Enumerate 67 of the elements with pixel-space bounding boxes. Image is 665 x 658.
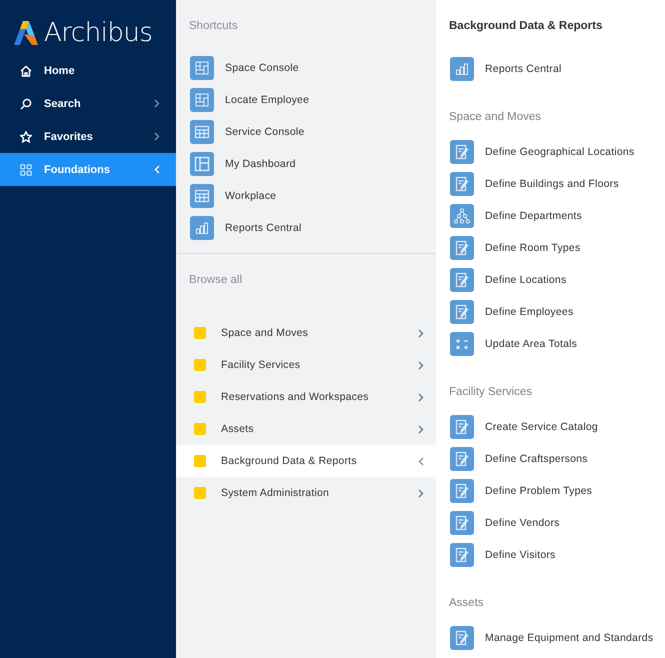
- brand-name: Archibus: [44, 18, 152, 48]
- star-icon: [20, 130, 32, 142]
- chevron-left-icon: [418, 456, 424, 466]
- task-item[interactable]: Define Visitors: [436, 539, 665, 571]
- panel-title: Background Data & Reports: [448, 19, 604, 34]
- nav-item[interactable]: Home: [0, 54, 176, 87]
- category-item[interactable]: Facility Services: [176, 349, 436, 381]
- section-title: Shortcuts: [188, 19, 239, 34]
- category-item[interactable]: System Administration: [176, 477, 436, 509]
- shortcut-item[interactable]: Workplace: [176, 180, 436, 212]
- shortcut-item[interactable]: Reports Central: [176, 212, 436, 244]
- home-icon: [20, 64, 32, 76]
- edit-document-icon: [450, 236, 474, 260]
- task-item[interactable]: Create Service Catalog: [436, 411, 665, 443]
- edit-document-icon: [450, 626, 474, 650]
- task-item[interactable]: Define Buildings and Floors: [436, 168, 665, 200]
- shortcut-item[interactable]: My Dashboard: [176, 148, 436, 180]
- section-title: Browse all: [188, 273, 244, 288]
- category-item[interactable]: Assets: [176, 413, 436, 445]
- task-item[interactable]: Define Geographical Locations: [436, 136, 665, 168]
- task-item[interactable]: Define Locations: [436, 264, 665, 296]
- calculator-icon: [450, 332, 474, 356]
- task-item[interactable]: Define Problem Types: [436, 475, 665, 507]
- table-icon: [190, 184, 214, 208]
- edit-document-icon: [450, 447, 474, 471]
- shortcut-item[interactable]: Locate Employee: [176, 84, 436, 116]
- floor-plan-icon: [190, 88, 214, 112]
- task-item[interactable]: Update Area Totals: [436, 328, 665, 360]
- edit-document-icon: [450, 140, 474, 164]
- chevron-right-icon: [418, 328, 424, 338]
- bar-chart-icon: [450, 57, 474, 81]
- edit-document-icon: [450, 479, 474, 503]
- edit-document-icon: [450, 300, 474, 324]
- logo-icon: [14, 20, 38, 46]
- group-title: Space and Moves: [448, 110, 542, 124]
- task-item[interactable]: Reports Central: [436, 53, 665, 85]
- category-item[interactable]: Background Data & Reports: [176, 445, 436, 477]
- chevron-right-icon: [418, 392, 424, 402]
- floor-plan-icon: [190, 56, 214, 80]
- hierarchy-icon: [450, 204, 474, 228]
- edit-document-icon: [450, 268, 474, 292]
- chevron-right-icon: [418, 360, 424, 370]
- task-item[interactable]: Manage Equipment and Standards: [436, 622, 665, 654]
- edit-document-icon: [450, 511, 474, 535]
- nav-item[interactable]: Favorites: [0, 120, 176, 153]
- category-item[interactable]: Space and Moves: [176, 317, 436, 349]
- category-item[interactable]: Reservations and Workspaces: [176, 381, 436, 413]
- task-item[interactable]: Define Room Types: [436, 232, 665, 264]
- shortcut-item[interactable]: Space Console: [176, 52, 436, 84]
- edit-document-icon: [450, 172, 474, 196]
- search-icon: [20, 98, 32, 110]
- nav-item[interactable]: Search: [0, 87, 176, 120]
- task-item[interactable]: Define Craftspersons: [436, 443, 665, 475]
- edit-document-icon: [450, 415, 474, 439]
- apps-icon: [20, 164, 32, 176]
- bar-chart-icon: [190, 216, 214, 240]
- task-item[interactable]: Define Vendors: [436, 507, 665, 539]
- group-title: Facility Services: [448, 384, 534, 400]
- task-item[interactable]: Define Employees: [436, 296, 665, 328]
- group-title: Assets: [448, 596, 485, 610]
- chevron-right-icon: [418, 424, 424, 434]
- shortcut-item[interactable]: Service Console: [176, 116, 436, 148]
- edit-document-icon: [450, 543, 474, 567]
- dashboard-icon: [190, 152, 214, 176]
- chevron-right-icon: [418, 488, 424, 498]
- task-item[interactable]: Define Departments: [436, 200, 665, 232]
- table-icon: [190, 120, 214, 144]
